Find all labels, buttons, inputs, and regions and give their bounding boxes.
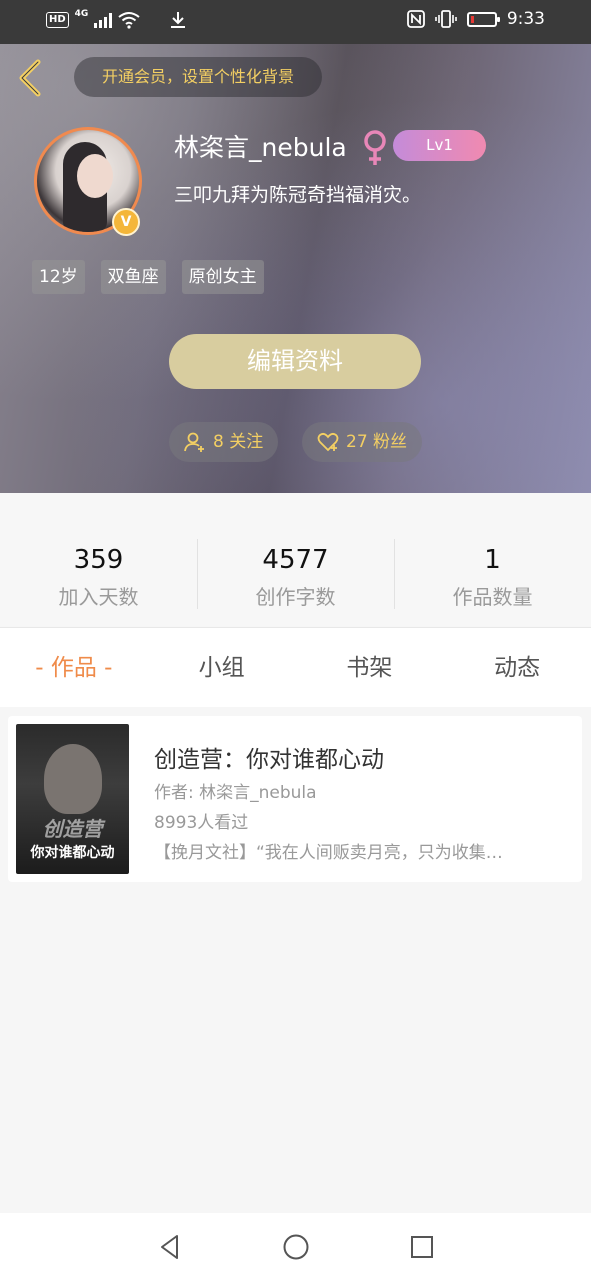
status-right: 9:33 <box>406 9 545 29</box>
avatar-face <box>77 154 113 198</box>
stat-value: 1 <box>484 545 501 575</box>
stat-words-written: 4577 创作字数 <box>197 493 394 626</box>
level-badge: Lv1 <box>393 130 486 161</box>
following-button[interactable]: 8 关注 <box>169 422 278 462</box>
profile-header: 开通会员，设置个性化背景 V 林栥言_nebula Lv1 三叩九拜为陈冠奇挡福… <box>0 44 591 493</box>
stat-label: 加入天数 <box>58 585 139 609</box>
nfc-icon <box>406 10 425 28</box>
vip-background-banner[interactable]: 开通会员，设置个性化背景 <box>74 57 322 97</box>
cover-person <box>44 744 102 814</box>
tab-works[interactable]: - 作品 - <box>0 628 148 707</box>
download-icon <box>171 12 186 28</box>
status-left: HD 4G <box>46 9 188 30</box>
add-user-icon <box>184 432 204 452</box>
hd-badge: HD <box>46 12 69 28</box>
tab-activity[interactable]: 动态 <box>443 628 591 707</box>
fans-button[interactable]: 27 粉丝 <box>302 422 422 462</box>
profile-tags: 12岁 双鱼座 原创女主 <box>32 260 264 294</box>
work-card[interactable]: 创造营 你对谁都心动 创造营：你对谁都心动 作者: 林栥言_nebula 899… <box>8 716 582 882</box>
username: 林栥言_nebula <box>174 133 347 162</box>
profile-stats: 359 加入天数 4577 创作字数 1 作品数量 <box>0 493 591 626</box>
chevron-left-icon <box>19 59 41 97</box>
stat-works-count: 1 作品数量 <box>394 493 591 626</box>
vibrate-icon <box>435 10 457 28</box>
system-nav-bar <box>0 1213 591 1280</box>
stat-value: 4577 <box>262 545 329 575</box>
following-count: 8 关注 <box>213 432 264 452</box>
work-cover[interactable]: 创造营 你对谁都心动 <box>16 724 129 874</box>
work-author: 作者: 林栥言_nebula <box>154 783 317 803</box>
signal-icon <box>94 12 113 28</box>
network-type: 4G <box>74 9 89 19</box>
verified-badge: V <box>112 208 140 236</box>
back-triangle-icon <box>160 1234 178 1259</box>
female-icon <box>364 130 386 165</box>
battery-level <box>470 15 475 23</box>
tab-groups[interactable]: 小组 <box>148 628 296 707</box>
battery-icon <box>466 11 500 27</box>
nav-back-button[interactable] <box>147 1224 193 1270</box>
tag-zodiac: 双鱼座 <box>100 260 166 294</box>
clock: 9:33 <box>506 9 545 29</box>
edit-profile-button[interactable]: 编辑资料 <box>169 334 421 389</box>
status-bar: HD 4G 9:33 <box>0 0 591 44</box>
recents-square-icon <box>410 1235 433 1258</box>
cover-subtitle: 创造营 <box>42 817 103 841</box>
nav-home-button[interactable] <box>273 1224 319 1270</box>
home-circle-icon <box>283 1234 308 1259</box>
stat-days-joined: 359 加入天数 <box>0 493 197 626</box>
cover-title: 你对谁都心动 <box>30 845 115 861</box>
tag-role: 原创女主 <box>181 260 264 294</box>
signature: 三叩九拜为陈冠奇挡福消灾。 <box>174 184 422 206</box>
heart-plus-icon <box>317 432 339 452</box>
work-description: 【挽月文社】“我在人间贩卖月亮，只为收集… <box>154 843 503 863</box>
wifi-icon <box>118 12 140 29</box>
profile-tabs: - 作品 - 小组 书架 动态 <box>0 627 591 707</box>
stat-label: 作品数量 <box>452 585 533 609</box>
tab-bookshelf[interactable]: 书架 <box>296 628 444 707</box>
tag-age: 12岁 <box>32 260 85 294</box>
stat-label: 创作字数 <box>255 585 336 609</box>
works-list: 创造营 你对谁都心动 创造营：你对谁都心动 作者: 林栥言_nebula 899… <box>0 707 591 1213</box>
back-button[interactable] <box>14 58 48 98</box>
stat-value: 359 <box>73 545 124 575</box>
fans-count: 27 粉丝 <box>346 432 408 452</box>
work-views: 8993人看过 <box>154 813 249 833</box>
work-title: 创造营：你对谁都心动 <box>154 747 384 773</box>
nav-recents-button[interactable] <box>399 1224 445 1270</box>
